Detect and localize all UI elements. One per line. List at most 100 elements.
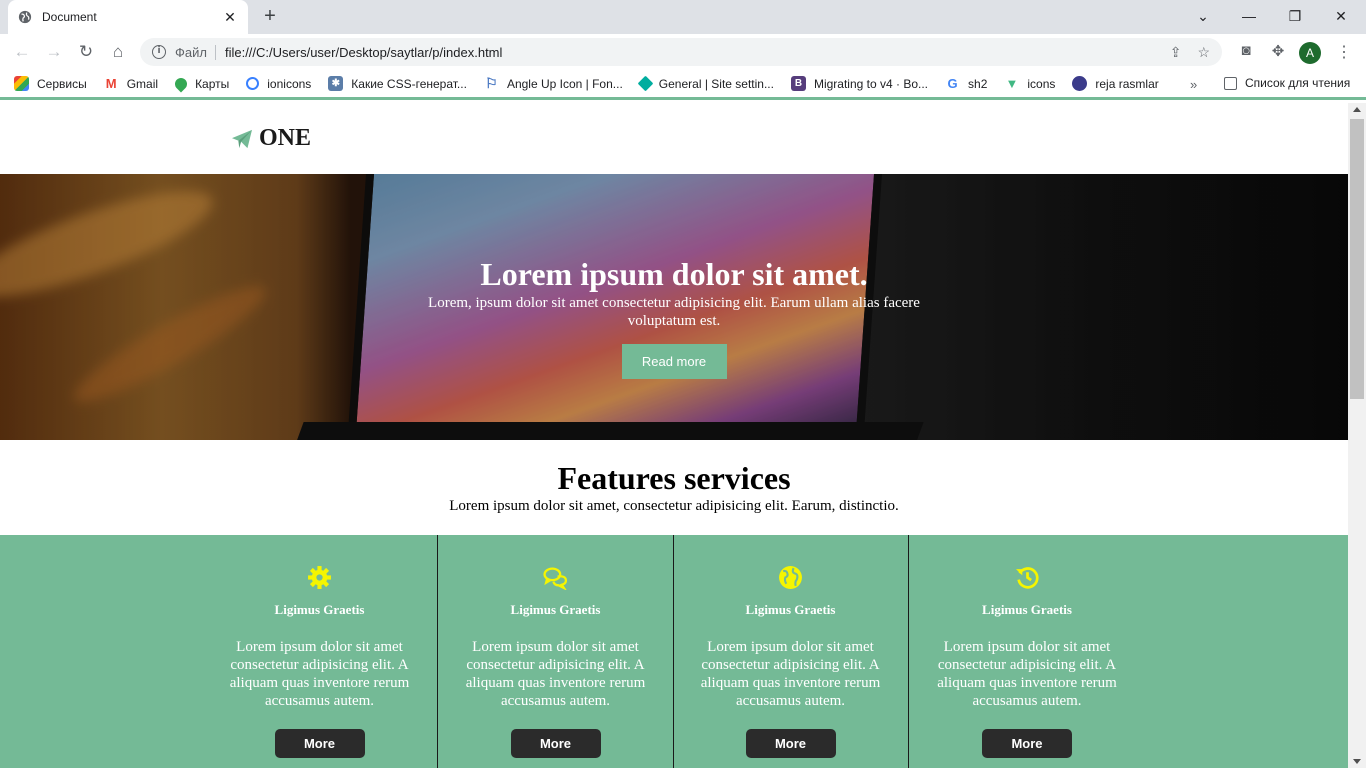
card-text: Lorem ipsum dolor sit amet consectetur a…: [465, 639, 646, 709]
bookmark-item[interactable]: Сервисы: [14, 76, 87, 91]
card-text: Lorem ipsum dolor sit amet consectetur a…: [229, 639, 410, 709]
browser-toolbar: ← → ↻ ⌂ i Файл file:///C:/Users/user/Des…: [0, 34, 1366, 70]
bookmarks-bar: Сервисы M Gmail Карты ionicons ✱ Какие C…: [0, 70, 1366, 100]
url-text[interactable]: file:///C:/Users/user/Desktop/saytlar/p/…: [225, 45, 1154, 60]
features-heading: Features services Lorem ipsum dolor sit …: [0, 460, 1348, 515]
more-button[interactable]: More: [745, 729, 836, 758]
bookmark-label: Карты: [195, 76, 230, 91]
scroll-down-icon[interactable]: [1353, 759, 1361, 764]
restore-button[interactable]: ❐: [1272, 4, 1318, 28]
bookmark-label: Migrating to v4 · Bo...: [813, 76, 929, 91]
bookmark-item[interactable]: M Gmail: [103, 76, 159, 91]
globe-icon: [779, 566, 802, 589]
card-title: Ligimus Graetis: [745, 602, 836, 617]
card-text: Lorem ipsum dolor sit amet consectetur a…: [700, 639, 881, 709]
hero-title: Lorem ipsum dolor sit amet.: [480, 256, 868, 292]
features-cards: Ligimus Graetis Lorem ipsum dolor sit am…: [0, 535, 1348, 768]
bookmark-item[interactable]: Карты: [172, 75, 230, 92]
feature-card: Ligimus Graetis Lorem ipsum dolor sit am…: [909, 535, 1145, 768]
circle-icon: [1072, 76, 1088, 91]
bookmark-item[interactable]: G sh2: [945, 76, 987, 91]
gmail-icon: M: [103, 76, 119, 91]
bookmark-star-icon[interactable]: ☆: [1197, 44, 1210, 61]
more-button[interactable]: More: [274, 729, 365, 758]
reading-list-icon: [1224, 76, 1237, 90]
logo-text: ONE: [259, 125, 312, 151]
vue-icon: ▼: [1004, 76, 1020, 91]
back-icon[interactable]: ←: [10, 40, 34, 64]
bookmark-label: General | Site settin...: [658, 76, 774, 91]
tab-search-icon[interactable]: ⌄: [1180, 4, 1226, 28]
page-viewport: ONE Lorem ipsum dolor sit amet. Lorem, i…: [0, 103, 1348, 768]
bookmarks-overflow-icon[interactable]: »: [1190, 77, 1197, 92]
scroll-up-icon[interactable]: [1353, 107, 1361, 112]
netlify-icon: [637, 75, 654, 92]
protocol-label: Файл: [175, 44, 216, 60]
apps-grid-icon: [14, 76, 29, 91]
hero-subtitle: Lorem, ipsum dolor sit amet consectetur …: [428, 295, 920, 329]
bookmark-item[interactable]: ⚐ Angle Up Icon | Fon...: [483, 75, 623, 91]
history-icon: [1015, 567, 1039, 589]
site-info-icon[interactable]: i: [152, 45, 166, 59]
site-header: ONE: [0, 103, 1348, 174]
bookmark-label: Angle Up Icon | Fon...: [506, 76, 623, 91]
more-button[interactable]: More: [982, 729, 1072, 758]
scroll-thumb[interactable]: [1350, 119, 1364, 399]
camera-icon[interactable]: ◙: [1235, 42, 1257, 59]
more-button[interactable]: More: [510, 729, 601, 758]
tab-close-icon[interactable]: ✕: [222, 9, 238, 26]
hero-section: Lorem ipsum dolor sit amet. Lorem, ipsum…: [0, 174, 1348, 440]
paper-plane-icon: [232, 129, 252, 148]
globe-icon: [18, 10, 32, 24]
card-title: Ligimus Graetis: [510, 602, 601, 617]
bookmark-item[interactable]: ionicons: [246, 77, 311, 91]
feature-card: Ligimus Graetis Lorem ipsum dolor sit am…: [673, 535, 909, 768]
feature-card: Ligimus Graetis Lorem ipsum dolor sit am…: [438, 535, 674, 768]
minimize-button[interactable]: —: [1226, 4, 1272, 28]
extensions-icon[interactable]: ✥: [1267, 42, 1289, 60]
feature-card: Ligimus Graetis Lorem ipsum dolor sit am…: [202, 535, 438, 768]
tab-title: Document: [42, 10, 97, 24]
features-subtitle: Lorem ipsum dolor sit amet, consectetur …: [449, 498, 899, 514]
bookmark-label: Gmail: [126, 76, 159, 91]
hero-content: Lorem ipsum dolor sit amet. Lorem, ipsum…: [0, 256, 1348, 379]
new-tab-button[interactable]: +: [258, 6, 282, 28]
bookmark-label: ionicons: [267, 76, 312, 91]
bookmark-label: reja rasmlar: [1095, 76, 1159, 91]
page-scrollbar[interactable]: [1348, 103, 1366, 768]
bookmark-label: icons: [1027, 76, 1056, 91]
bookmark-label: sh2: [968, 76, 988, 91]
read-more-button[interactable]: Read more: [621, 344, 727, 379]
site-logo[interactable]: ONE: [231, 125, 311, 152]
google-icon: G: [945, 76, 961, 91]
bootstrap-icon: B: [790, 76, 806, 91]
maps-pin-icon: [172, 75, 190, 92]
bookmark-item[interactable]: ✱ Какие CSS-генерат...: [328, 76, 467, 91]
share-icon[interactable]: ⇪: [1170, 44, 1182, 61]
browser-menu-icon[interactable]: ⋮: [1336, 42, 1352, 62]
card-title: Ligimus Graetis: [274, 602, 365, 617]
close-window-button[interactable]: ✕: [1318, 4, 1364, 28]
reading-list-button[interactable]: Список для чтения: [1224, 76, 1350, 90]
browser-tab[interactable]: Document ✕: [8, 0, 248, 34]
features-title: Features services: [557, 460, 791, 496]
habr-icon: ✱: [328, 76, 344, 91]
forward-icon[interactable]: →: [42, 40, 66, 64]
card-text: Lorem ipsum dolor sit amet consectetur a…: [937, 639, 1117, 709]
home-icon[interactable]: ⌂: [106, 40, 130, 64]
bookmark-item[interactable]: reja rasmlar: [1072, 76, 1159, 91]
profile-avatar[interactable]: A: [1299, 42, 1321, 64]
reload-icon[interactable]: ↻: [74, 40, 98, 64]
bookmark-item[interactable]: B Migrating to v4 · Bo...: [790, 76, 929, 91]
bookmark-label: Сервисы: [37, 76, 87, 91]
reading-list-label: Список для чтения: [1245, 76, 1351, 90]
address-bar[interactable]: i Файл file:///C:/Users/user/Desktop/say…: [140, 38, 1222, 66]
bookmark-item[interactable]: ▼ icons: [1004, 76, 1055, 91]
flag-icon: ⚐: [483, 75, 499, 91]
gear-icon: [308, 566, 331, 589]
card-title: Ligimus Graetis: [982, 602, 1072, 617]
bookmark-label: Какие CSS-генерат...: [351, 76, 467, 91]
ionicons-icon: [246, 77, 260, 90]
tab-strip: Document ✕ + ⌄ — ❐ ✕: [0, 0, 1366, 34]
bookmark-item[interactable]: General | Site settin...: [637, 75, 774, 92]
